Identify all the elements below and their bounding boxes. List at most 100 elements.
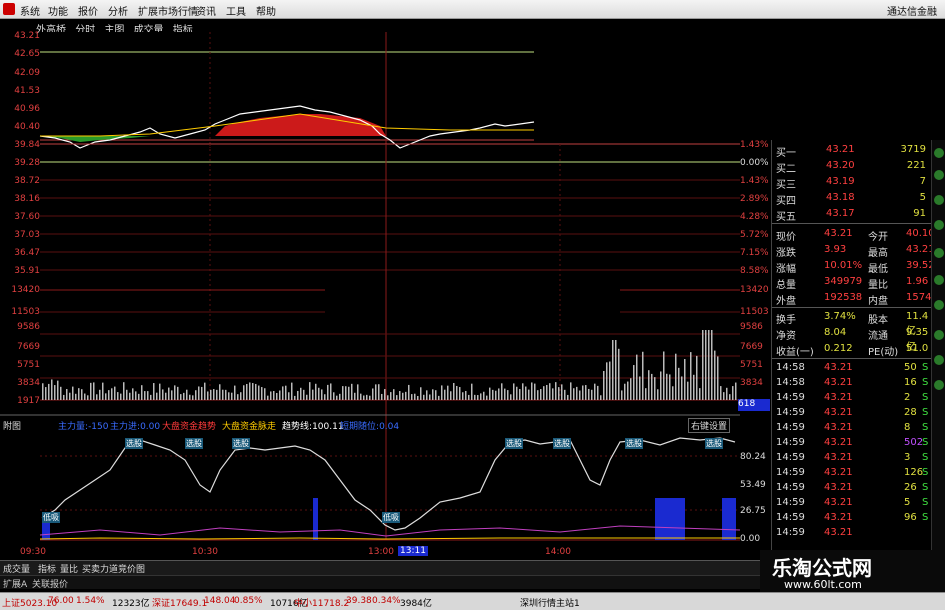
side-toolbar[interactable] [931, 140, 945, 550]
stat-label: 现价 [776, 232, 796, 243]
stat-row: 净资 8.04 流通 9.35亿 [776, 325, 928, 353]
volume-bar [99, 389, 101, 400]
stat-label-2: 最高 [868, 248, 888, 259]
stat-value: 3.93 [824, 244, 847, 255]
volume-bar [60, 386, 62, 400]
side-icon-2[interactable] [934, 170, 944, 180]
volume-bar [90, 382, 92, 400]
volume-bar [567, 394, 569, 400]
side-icon-5[interactable] [934, 248, 944, 258]
tick-time: 14:59 [776, 467, 805, 478]
volume-bar [66, 389, 68, 400]
volume-bar [234, 385, 236, 400]
side-icon-9[interactable] [934, 355, 944, 365]
stat-row: 换手 3.74% 股本 11.4亿 [776, 309, 928, 337]
volume-bar [552, 388, 554, 400]
volume-bar [291, 382, 293, 400]
last-volume-badge: 618 [738, 399, 770, 411]
bid-label: 买三 [776, 180, 796, 191]
volume-bar [588, 388, 590, 400]
volume-bar [219, 384, 221, 400]
menu-system[interactable]: 系统 [20, 3, 40, 18]
side-icon-10[interactable] [934, 380, 944, 390]
side-icon-6[interactable] [934, 275, 944, 285]
divider [772, 307, 932, 308]
btab-volume[interactable]: 成交量 [3, 562, 30, 575]
bid-volume: 7 [919, 176, 926, 187]
side-icon-1[interactable] [934, 148, 944, 158]
side-icon-3[interactable] [934, 195, 944, 205]
price-axis-3: 41.53 [14, 86, 40, 96]
stat-label: 净资 [776, 331, 796, 342]
volume-bar [321, 389, 323, 400]
volume-bar [315, 383, 317, 400]
right-click-settings-button[interactable]: 右键设置 [688, 418, 731, 433]
volume-bar [312, 389, 314, 400]
volume-bar [702, 330, 704, 400]
volume-bar [447, 385, 449, 400]
menu-extended-market[interactable]: 扩展市场行情 [138, 3, 198, 18]
volume-bar [381, 393, 383, 400]
btab-indicator[interactable]: 指标 [38, 562, 56, 575]
volume-bar [186, 389, 188, 400]
stat-row: 现价 43.21 今开 40.10 [776, 226, 935, 243]
menu-tools[interactable]: 工具 [226, 3, 246, 18]
tick-time: 14:59 [776, 437, 805, 448]
bid-volume: 5 [919, 192, 926, 203]
tick-volume: 8 [904, 422, 911, 433]
tag-low-2: 低吸 [382, 512, 400, 523]
tick-side: S [922, 467, 929, 478]
btab-auction[interactable]: 竞价图 [118, 562, 145, 575]
volume-bar [201, 386, 203, 400]
volume-bar [498, 388, 500, 400]
menu-news[interactable]: 资讯 [196, 3, 216, 18]
volume-bar [171, 390, 173, 400]
tick-price: 43.21 [824, 482, 853, 493]
menu-analysis[interactable]: 分析 [108, 3, 128, 18]
volume-bar [174, 385, 176, 400]
btab-buy-sell-power[interactable]: 买卖力道 [82, 562, 118, 575]
tick-price: 43.21 [824, 377, 853, 388]
ind-label-6: 短期随位:0.04 [340, 422, 400, 432]
volume-bar [471, 383, 473, 400]
time-label-1030: 10:30 [192, 547, 218, 557]
pct-axis-5: 5.72% [740, 230, 769, 240]
volume-bar [531, 382, 533, 400]
volume-bar [246, 383, 248, 400]
tab-extended-a[interactable]: 扩展A [3, 577, 27, 590]
chart-canvas[interactable] [0, 30, 771, 560]
stat-label: 收益(一) [776, 347, 814, 358]
volume-bar [354, 392, 356, 400]
volume-bar [210, 389, 212, 400]
ind-label-3: 大盘资金趋势 [162, 422, 217, 432]
volume-bar [123, 382, 125, 400]
vol-axis-r5: 3834 [740, 378, 763, 388]
stat-value: 0.212 [824, 343, 853, 354]
tick-time: 14:59 [776, 482, 805, 493]
side-icon-7[interactable] [934, 300, 944, 310]
tick-volume: 5 [904, 497, 911, 508]
tab-related-quotes[interactable]: 关联报价 [32, 577, 68, 590]
menu-function[interactable]: 功能 [48, 3, 68, 18]
status-item: 3984亿 [400, 599, 432, 609]
tick-price: 43.21 [824, 392, 853, 403]
volume-bar [729, 394, 731, 400]
pct-axis-2: 1.43% [740, 176, 769, 186]
stat-value: 3.74% [824, 311, 856, 322]
side-icon-8[interactable] [934, 330, 944, 340]
divider [772, 358, 932, 359]
stat-label-2: 今开 [868, 232, 888, 243]
volume-bar [375, 384, 377, 400]
volume-bar [687, 381, 689, 400]
menu-quote[interactable]: 报价 [78, 3, 98, 18]
volume-bar [369, 395, 371, 400]
status-item: 0.85% [234, 596, 263, 606]
menu-help[interactable]: 帮助 [256, 3, 276, 18]
side-icon-4[interactable] [934, 220, 944, 230]
volume-bar [735, 382, 737, 400]
volume-bar [543, 386, 545, 400]
tick-price: 43.21 [824, 527, 853, 538]
stat-row: 外盘 192538 内盘 157441 [776, 290, 944, 307]
volume-bar [489, 387, 491, 400]
btab-volume-ratio[interactable]: 量比 [60, 562, 78, 575]
